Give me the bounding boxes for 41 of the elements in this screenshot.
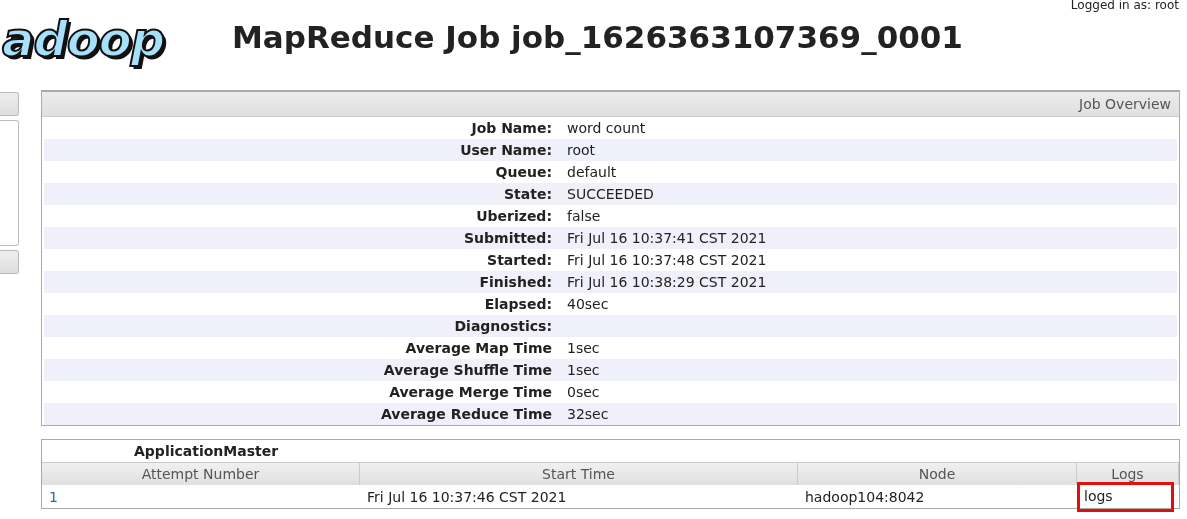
sidebar-panel [0, 92, 19, 116]
field-value: default [567, 164, 617, 180]
field-label: Started: [486, 252, 552, 268]
field-label: Elapsed: [483, 296, 552, 312]
field-value: 32sec [567, 406, 609, 422]
logo: adoop [2, 11, 166, 67]
column-header: Attempt Number [42, 462, 360, 485]
field-label: Submitted: [463, 230, 552, 246]
column-header: Node [798, 462, 1077, 485]
field-label: Average Shuffle Time [382, 362, 552, 378]
field-label: Average Merge Time [388, 384, 552, 400]
field-label: Finished: [478, 274, 552, 290]
field-value: word count [567, 120, 646, 136]
field-value: 40sec [567, 296, 609, 312]
panel-caption: Job Overview [42, 92, 1179, 117]
table-cell: hadoop104:8042 [805, 488, 925, 505]
field-value: 1sec [567, 362, 600, 378]
sidebar-panel [0, 250, 19, 274]
field-label: Uberized: [475, 208, 552, 224]
field-label: Diagnostics: [453, 318, 552, 334]
field-value: false [567, 208, 601, 224]
field-label: Average Reduce Time [379, 406, 552, 422]
outlined-cell-text: logs [1080, 484, 1171, 509]
field-value: Fri Jul 16 10:37:41 CST 2021 [567, 230, 767, 246]
field-value: Fri Jul 16 10:38:29 CST 2021 [567, 274, 767, 290]
table-title: ApplicationMaster [134, 443, 279, 459]
attempt-link[interactable]: 1 [49, 488, 58, 505]
field-label: Average Map Time [404, 340, 552, 356]
field-label: User Name: [459, 142, 552, 158]
field-value: Fri Jul 16 10:37:48 CST 2021 [567, 252, 767, 268]
table-cell: Fri Jul 16 10:37:46 CST 2021 [367, 488, 567, 505]
page-title: MapReduce Job job_1626363107369_0001 [232, 19, 963, 55]
field-label: Queue: [494, 164, 552, 180]
login-status: Logged in as: root [1070, 0, 1179, 12]
field-label: Job Name: [469, 120, 552, 136]
field-value: root [567, 142, 596, 158]
field-label: State: [503, 186, 552, 202]
field-value: SUCCEEDED [567, 186, 654, 202]
field-value: 0sec [567, 384, 600, 400]
column-header: Start Time [360, 462, 798, 485]
field-value: 1sec [567, 340, 600, 356]
